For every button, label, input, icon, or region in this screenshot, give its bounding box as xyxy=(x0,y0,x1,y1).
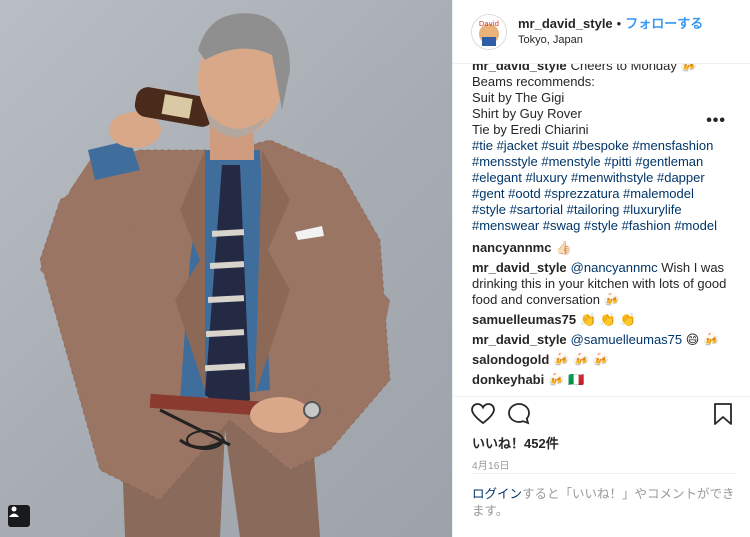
comment-username[interactable]: donkeyhabi xyxy=(472,372,544,387)
comment-text: 👏 👏 👏 xyxy=(580,312,636,327)
post-photo[interactable] xyxy=(0,0,452,537)
comment-text: 🍻 🍻 🍻 xyxy=(553,352,610,367)
comment-mention[interactable]: @samuelleumas75 xyxy=(571,332,682,347)
caption: mr_david_style Cheers to Monday 🍻 Beams r… xyxy=(472,64,733,234)
location-link[interactable]: Tokyo, Japan xyxy=(518,34,703,47)
caption-line: Beams recommends: xyxy=(472,74,595,89)
caption-line: Shirt by Guy Rover xyxy=(472,106,582,121)
comment: salondogold 🍻 🍻 🍻 xyxy=(472,352,733,368)
post-actions: いいね！452件 4月16日 ログインすると「いいね！」やコメントができます。 xyxy=(453,396,750,518)
svg-text:David: David xyxy=(479,20,499,28)
caption-first-line: Cheers to Monday 🍻 xyxy=(570,64,697,73)
caption-line: Tie by Eredi Chiarini xyxy=(472,122,589,137)
header-username[interactable]: mr_david_style xyxy=(518,16,613,31)
comment-text: 😄 🍻 xyxy=(685,332,720,347)
hashtags[interactable]: #tie #jacket #suit #bespoke #mensfashion… xyxy=(472,138,733,234)
comment: mr_david_style @nancyannmc Wish I was dri… xyxy=(472,260,733,308)
comment-username[interactable]: salondogold xyxy=(472,352,549,367)
comment-username[interactable]: mr_david_style xyxy=(472,332,567,347)
hashtag-line[interactable]: #elegant #luxury #menwithstyle #dapper xyxy=(472,170,733,186)
header-separator: • xyxy=(616,15,622,31)
comment: mr_david_style @samuelleumas75 😄 🍻 xyxy=(472,332,733,348)
post-sidebar: David mr_david_style • フォローする Tokyo, Japan… xyxy=(452,0,750,537)
likes-count[interactable]: いいね！452件 xyxy=(472,433,559,452)
comment-username[interactable]: nancyannmc xyxy=(472,240,551,255)
comment-text: 👍🏻 xyxy=(555,240,572,255)
tagged-people-icon[interactable] xyxy=(8,505,30,527)
comment-username[interactable]: mr_david_style xyxy=(472,260,567,275)
post-date: 4月16日 xyxy=(472,461,510,472)
comment-mention[interactable]: @nancyannmc xyxy=(571,260,658,275)
hashtag-line[interactable]: #mensstyle #menstyle #pitti #gentleman xyxy=(472,154,733,170)
comment: donkeyhabi 🍻 🇮🇹 xyxy=(472,372,733,388)
login-link[interactable]: ログイン xyxy=(472,487,522,501)
post-header: David mr_david_style • フォローする Tokyo, Japan xyxy=(453,0,750,64)
login-prompt: ログインすると「いいね！」やコメントができます。 xyxy=(472,473,735,520)
heart-icon[interactable] xyxy=(470,401,496,427)
hashtag-line[interactable]: #style #sartorial #tailoring #luxurylife xyxy=(472,202,733,218)
comment: nancyannmc 👍🏻 xyxy=(472,240,733,256)
comment-text: 🍻 🇮🇹 xyxy=(548,372,585,387)
comment-icon[interactable] xyxy=(506,401,532,427)
caption-username[interactable]: mr_david_style xyxy=(472,64,567,73)
bookmark-icon[interactable] xyxy=(710,401,736,427)
follow-button[interactable]: フォローする xyxy=(625,16,703,31)
hashtag-line[interactable]: #tie #jacket #suit #bespoke #mensfashion xyxy=(472,138,733,154)
photo-illustration xyxy=(39,13,391,537)
caption-line: Suit by The Gigi xyxy=(472,90,565,105)
avatar[interactable]: David xyxy=(471,13,507,50)
more-options-button[interactable]: ••• xyxy=(706,112,726,130)
comment-username[interactable]: samuelleumas75 xyxy=(472,312,576,327)
hashtag-line[interactable]: #menswear #swag #style #fashion #model xyxy=(472,218,733,234)
comment: samuelleumas75 👏 👏 👏 xyxy=(472,312,733,328)
hashtag-line[interactable]: #gent #ootd #sprezzatura #malemodel xyxy=(472,186,733,202)
